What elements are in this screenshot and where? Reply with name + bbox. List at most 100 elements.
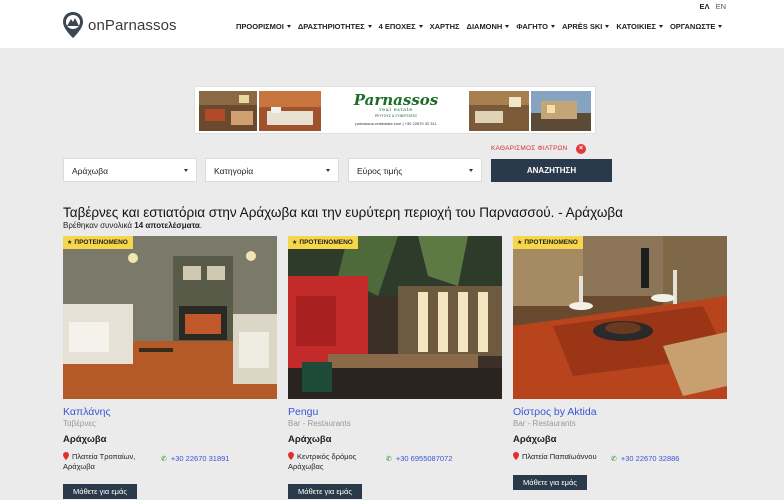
- listing-phone-number: +30 22670 32886: [620, 454, 680, 463]
- listing-name[interactable]: Pengu: [288, 406, 318, 418]
- chevron-down-icon: [418, 25, 423, 28]
- listing-town: Αράχωβα: [288, 434, 332, 445]
- map-pin-icon: [63, 452, 69, 460]
- results-count-prefix: Βρέθηκαν συνολικά: [63, 221, 133, 230]
- category-select-value: Κατηγορία: [214, 166, 254, 176]
- listing-card: ★ ΠΡΟΤΕΙΝΟΜΕΝΟ Καπλάνης Ταβέρνες Αράχωβα …: [63, 236, 277, 500]
- ad-subtitle: real estate: [379, 107, 413, 113]
- listing-address: Πλατεία Τροπαίων, Αράχωβα: [63, 452, 153, 472]
- featured-badge-label: ΠΡΟΤΕΙΝΟΜΕΝΟ: [299, 239, 353, 246]
- phone-icon: ✆: [161, 456, 167, 463]
- chevron-down-icon: [718, 25, 723, 28]
- listing-category: Ταβέρνες: [63, 419, 96, 428]
- nav-item-organize[interactable]: ΟΡΓΑΝΩΣΤΕ: [669, 22, 723, 31]
- listing-address-text: Πλατεία Παπαϊωάννου: [522, 452, 597, 461]
- ad-banner[interactable]: Parnassos real estate ΡΕΥΓΟΥΣ & ΣΥΝΕΡΓΑΤ…: [194, 86, 596, 134]
- nav-item-apres-ski[interactable]: APRÈS SKI: [561, 22, 610, 31]
- listing-name[interactable]: Καπλάνης: [63, 406, 111, 418]
- learn-more-button[interactable]: Μάθετε για εμάς: [288, 484, 362, 499]
- listing-category: Bar - Restaurants: [513, 419, 576, 428]
- listing-address-text: Κεντρικός δρόμος Αράχωβας: [288, 452, 357, 471]
- site-logo[interactable]: onParnassos: [62, 11, 177, 39]
- chevron-down-icon: [469, 169, 473, 172]
- nav-item-seasons[interactable]: 4 ΕΠΟΧΕΣ: [379, 22, 423, 31]
- phone-icon: ✆: [386, 456, 392, 463]
- listing-phone[interactable]: ✆ +30 22670 32886: [611, 454, 679, 463]
- nav-label: ΔΙΑΜΟΝΗ: [466, 22, 503, 31]
- search-button[interactable]: ΑΝΑΖΗΤΗΣΗ: [491, 159, 612, 182]
- nav-item-destinations[interactable]: ΠΡΟΟΡΙΣΜΟΙ: [236, 22, 291, 31]
- listing-phone[interactable]: ✆ +30 22670 31891: [161, 454, 229, 463]
- restaurant-interior-image: [63, 236, 277, 399]
- ad-photo-house: [531, 91, 591, 131]
- listing-name[interactable]: Οίστρος by Aktida: [513, 406, 597, 418]
- listing-card: ★ ΠΡΟΤΕΙΝΟΜΕΝΟ Οίστρος by Aktida Bar - Re…: [513, 236, 727, 500]
- nav-label: APRÈS SKI: [561, 22, 603, 31]
- listing-town: Αράχωβα: [513, 434, 557, 445]
- location-select-value: Αράχωβα: [72, 166, 109, 176]
- nav-label: ΧΑΡΤΗΣ: [429, 22, 460, 31]
- site-header: onParnassos ΕΛ EN ΠΡΟΟΡΙΣΜΟΙ ΔΡΑΣΤΗΡΙΟΤΗ…: [0, 0, 784, 48]
- listing-phone-number: +30 22670 31891: [170, 454, 230, 463]
- chevron-down-icon: [658, 25, 663, 28]
- nav-item-stay[interactable]: ΔΙΑΜΟΝΗ: [467, 22, 510, 31]
- listing-address-text: Πλατεία Τροπαίων, Αράχωβα: [63, 452, 136, 471]
- logo-text: onParnassos: [88, 16, 177, 34]
- ad-photo-bedroom: [259, 91, 321, 131]
- ad-photo-livingroom: [469, 91, 529, 131]
- ad-brand: Parnassos real estate ΡΕΥΓΟΥΣ & ΣΥΝΕΡΓΑΤ…: [325, 89, 467, 133]
- lang-en[interactable]: EN: [716, 2, 726, 11]
- listing-town: Αράχωβα: [63, 434, 107, 445]
- location-select[interactable]: Αράχωβα: [63, 158, 197, 182]
- star-icon: ★: [517, 240, 523, 246]
- listing-phone[interactable]: ✆ +30 6955087072: [386, 454, 452, 463]
- listing-phone-number: +30 6955087072: [395, 454, 453, 463]
- map-pin-icon: [513, 452, 519, 460]
- listing-photo[interactable]: ★ ΠΡΟΤΕΙΝΟΜΕΝΟ: [513, 236, 727, 399]
- nav-item-activities[interactable]: ΔΡΑΣΤΗΡΙΟΤΗΤΕΣ: [298, 22, 372, 31]
- price-select-value: Εύρος τιμής: [357, 166, 403, 176]
- restaurant-table-image: [513, 236, 727, 399]
- nav-item-map[interactable]: ΧΑΡΤΗΣ: [430, 22, 460, 31]
- featured-badge-label: ΠΡΟΤΕΙΝΟΜΕΝΟ: [524, 239, 578, 246]
- results-count: Βρέθηκαν συνολικά 14 αποτελέσματα.: [63, 221, 202, 230]
- chevron-down-icon: [367, 25, 372, 28]
- page-title: Ταβέρνες και εστιατόρια στην Αράχωβα και…: [63, 205, 623, 220]
- nav-item-food[interactable]: ΦΑΓΗΤΟ: [516, 22, 555, 31]
- main-nav: ΠΡΟΟΡΙΣΜΟΙ ΔΡΑΣΤΗΡΙΟΤΗΤΕΣ 4 ΕΠΟΧΕΣ ΧΑΡΤΗ…: [236, 22, 729, 31]
- featured-badge: ★ ΠΡΟΤΕΙΝΟΜΕΝΟ: [513, 236, 583, 249]
- featured-badge-label: ΠΡΟΤΕΙΝΟΜΕΝΟ: [74, 239, 128, 246]
- listing-address: Κεντρικός δρόμος Αράχωβας: [288, 452, 378, 472]
- chevron-down-icon: [286, 25, 291, 28]
- chevron-down-icon: [505, 25, 510, 28]
- chevron-down-icon: [184, 169, 188, 172]
- results-count-suffix: .: [199, 221, 203, 230]
- map-pin-icon: [288, 452, 294, 460]
- nav-label: ΦΑΓΗΤΟ: [516, 22, 548, 31]
- chevron-down-icon: [605, 25, 610, 28]
- learn-more-button[interactable]: Μάθετε για εμάς: [513, 475, 587, 490]
- star-icon: ★: [292, 240, 298, 246]
- map-pin-logo-icon: [63, 12, 83, 38]
- ad-tagline: ΡΕΥΓΟΥΣ & ΣΥΝΕΡΓΑΤΕΣ: [374, 114, 418, 118]
- nav-item-homes[interactable]: ΚΑΤΟΙΚΙΕΣ: [616, 22, 663, 31]
- learn-more-button[interactable]: Μάθετε για εμάς: [63, 484, 137, 499]
- nav-label: ΚΑΤΟΙΚΙΕΣ: [616, 22, 656, 31]
- ad-photo-interior: [199, 91, 257, 131]
- listing-category: Bar - Restaurants: [288, 419, 351, 428]
- lang-el[interactable]: ΕΛ: [699, 2, 709, 11]
- phone-icon: ✆: [611, 456, 617, 463]
- nav-label: ΠΡΟΟΡΙΣΜΟΙ: [236, 22, 284, 31]
- category-select[interactable]: Κατηγορία: [205, 158, 339, 182]
- nav-label: ΟΡΓΑΝΩΣΤΕ: [669, 22, 716, 31]
- ad-contact: parnassos-realestate.com | +30 22670 32 …: [355, 121, 437, 126]
- listing-photo[interactable]: ★ ΠΡΟΤΕΙΝΟΜΕΝΟ: [63, 236, 277, 399]
- clear-filters-icon[interactable]: ×: [576, 144, 586, 154]
- price-range-select[interactable]: Εύρος τιμής: [348, 158, 482, 182]
- nav-label: ΔΡΑΣΤΗΡΙΟΤΗΤΕΣ: [297, 22, 365, 31]
- chevron-down-icon: [326, 169, 330, 172]
- listing-card: ★ ΠΡΟΤΕΙΝΟΜΕΝΟ Pengu Bar - Restaurants Αρ…: [288, 236, 502, 500]
- clear-filters-link[interactable]: ΚΑΘΑΡΙΣΜΟΣ ΦΙΛΤΡΩΝ: [491, 145, 568, 152]
- listing-photo[interactable]: ★ ΠΡΟΤΕΙΝΟΜΕΝΟ: [288, 236, 502, 399]
- nav-label: 4 ΕΠΟΧΕΣ: [378, 22, 416, 31]
